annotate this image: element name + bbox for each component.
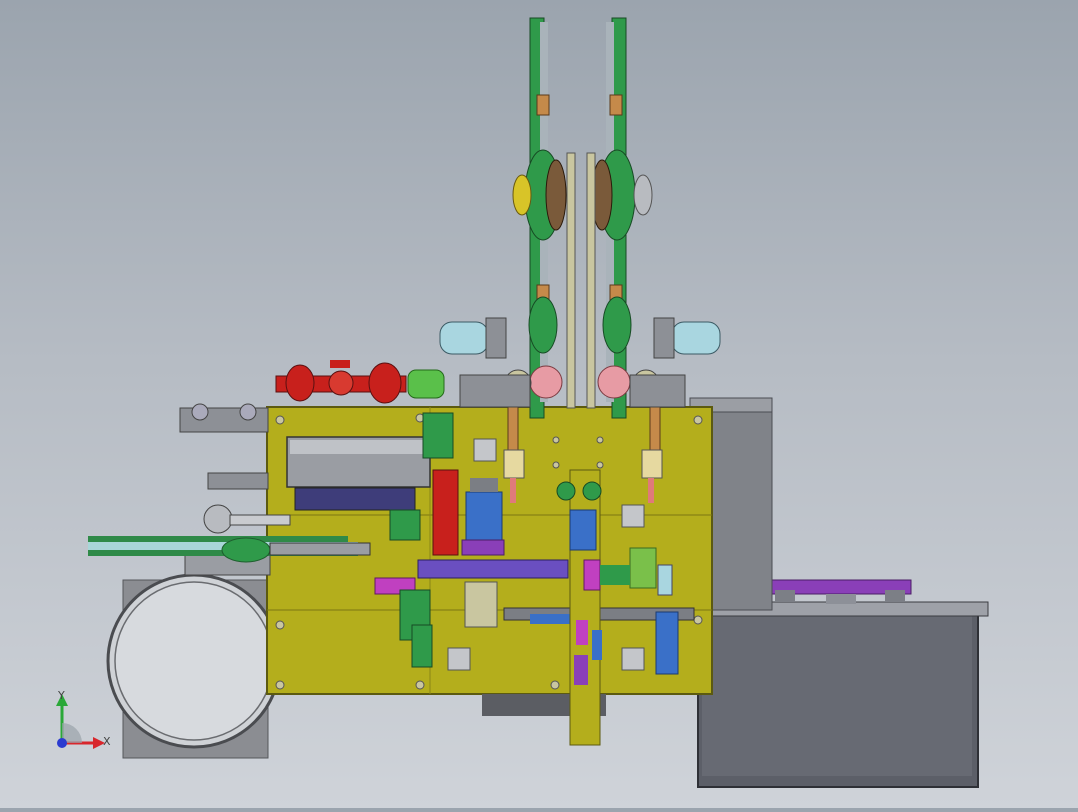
left-pulley[interactable] <box>203 504 233 534</box>
axis-triad-icon: Y X <box>56 689 111 749</box>
green-block[interactable] <box>422 412 454 459</box>
blue-bar[interactable] <box>655 611 679 675</box>
left-pink-roller[interactable] <box>529 365 563 399</box>
purple-rail[interactable] <box>417 559 569 579</box>
right-reel-arm[interactable] <box>591 17 653 419</box>
left-drum[interactable] <box>106 573 282 759</box>
green-pulley[interactable] <box>221 537 271 563</box>
left-cyan-cylinder[interactable] <box>439 317 507 359</box>
red-handwheel[interactable] <box>275 360 445 404</box>
y-axis-label: Y <box>57 689 65 702</box>
x-axis-label: X <box>103 735 111 748</box>
cad-viewport[interactable]: Y X <box>0 0 1078 808</box>
red-lever[interactable] <box>432 469 459 556</box>
left-reel-arm[interactable] <box>512 17 567 419</box>
output-bin[interactable] <box>695 579 989 788</box>
cad-model-svg[interactable]: Y X <box>0 0 1078 808</box>
side-housing[interactable] <box>709 409 773 611</box>
lower-cylinder[interactable] <box>464 581 498 628</box>
right-cyan-cylinder[interactable] <box>653 317 721 359</box>
right-pink-roller[interactable] <box>597 365 631 399</box>
